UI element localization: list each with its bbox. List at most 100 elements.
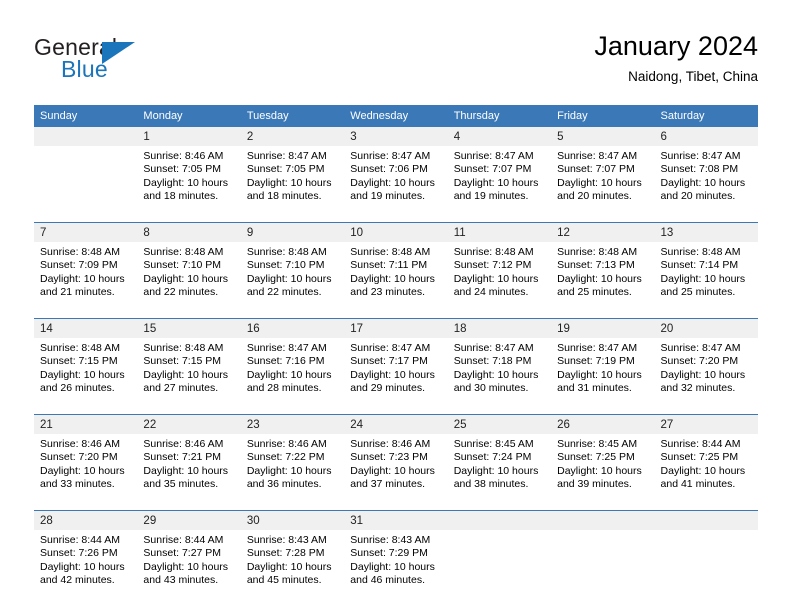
sunset-time: Sunset: 7:20 PM [40,451,118,464]
day-cell[interactable]: Sunrise: 8:46 AM Sunset: 7:05 PM Daylight:… [137,146,240,223]
day-cell[interactable]: Sunrise: 8:45 AM Sunset: 7:25 PM Daylight:… [551,434,654,511]
day-cell[interactable]: Sunrise: 8:47 AM Sunset: 7:17 PM Daylight:… [344,338,447,415]
day-number[interactable]: 12 [551,222,655,242]
empty-day-number [447,510,552,530]
sunrise-time: Sunrise: 8:47 AM [557,150,638,162]
day-number[interactable]: 26 [551,414,655,434]
empty-day-cell [551,530,654,606]
daylight-duration-line1: Daylight: 10 hours [453,272,539,285]
sunrise-time: Sunrise: 8:47 AM [246,342,327,354]
daylight-duration-line2: and 37 minutes. [350,478,425,491]
day-cell[interactable]: Sunrise: 8:48 AM Sunset: 7:10 PM Daylight:… [137,242,240,319]
day-cell[interactable]: Sunrise: 8:47 AM Sunset: 7:06 PM Daylight:… [344,146,447,223]
title-block: January 2024 Naidong, Tibet, China [594,30,758,87]
day-number[interactable]: 27 [654,414,758,434]
day-cell[interactable]: Sunrise: 8:46 AM Sunset: 7:21 PM Daylight:… [137,434,240,511]
daylight-duration-line2: and 43 minutes. [143,574,219,587]
day-cell[interactable]: Sunrise: 8:48 AM Sunset: 7:09 PM Daylight:… [34,242,137,319]
daylight-duration-line2: and 18 minutes. [143,190,219,203]
sunset-time: Sunset: 7:12 PM [453,259,532,272]
day-number[interactable]: 6 [654,127,758,146]
day-number[interactable]: 21 [34,414,138,434]
day-number[interactable]: 10 [344,222,448,242]
day-number[interactable]: 9 [240,222,345,242]
day-number[interactable]: 8 [137,222,241,242]
sunrise-time: Sunrise: 8:46 AM [143,438,224,450]
weekday-header-friday: Friday [551,105,655,127]
day-cell[interactable]: Sunrise: 8:47 AM Sunset: 7:05 PM Daylight:… [241,146,344,223]
day-number[interactable]: 18 [447,318,552,338]
day-cell[interactable]: Sunrise: 8:47 AM Sunset: 7:20 PM Daylight:… [655,338,758,415]
day-cell[interactable]: Sunrise: 8:43 AM Sunset: 7:29 PM Daylight:… [344,530,447,606]
day-number[interactable]: 29 [137,510,241,530]
day-number[interactable]: 7 [34,222,138,242]
day-cell[interactable]: Sunrise: 8:44 AM Sunset: 7:26 PM Daylight:… [34,530,137,606]
day-number[interactable]: 17 [344,318,448,338]
sunset-time: Sunset: 7:07 PM [557,163,635,176]
day-number[interactable]: 19 [551,318,655,338]
calendar-week-daynumbers: 14 15 16 17 18 19 20 [34,318,758,338]
sunset-time: Sunset: 7:06 PM [350,163,428,176]
day-details: Sunrise: 8:47 AM Sunset: 7:20 PM Daylight:… [661,342,752,396]
day-number[interactable]: 11 [447,222,552,242]
day-cell[interactable]: Sunrise: 8:48 AM Sunset: 7:10 PM Daylight:… [241,242,344,319]
day-cell[interactable]: Sunrise: 8:48 AM Sunset: 7:13 PM Daylight:… [551,242,654,319]
day-number[interactable]: 31 [344,510,448,530]
day-number[interactable]: 22 [137,414,241,434]
daylight-duration-line1: Daylight: 10 hours [40,272,125,285]
day-number[interactable]: 2 [240,127,345,146]
day-cell[interactable]: Sunrise: 8:47 AM Sunset: 7:16 PM Daylight:… [241,338,344,415]
day-cell[interactable]: Sunrise: 8:44 AM Sunset: 7:27 PM Daylight:… [137,530,240,606]
calendar-week-daynumbers: 28 29 30 31 [34,510,758,530]
daylight-duration-line1: Daylight: 10 hours [350,176,435,189]
daylight-duration-line2: and 28 minutes. [246,382,322,395]
sunset-time: Sunset: 7:08 PM [660,163,739,176]
weekday-header-thursday: Thursday [447,105,552,127]
day-cell[interactable]: Sunrise: 8:48 AM Sunset: 7:14 PM Daylight:… [655,242,758,319]
calendar-week-details: Sunrise: 8:46 AM Sunset: 7:05 PM Daylight:… [34,146,758,223]
sunrise-time: Sunrise: 8:44 AM [143,534,224,546]
weekday-header-wednesday: Wednesday [344,105,448,127]
daylight-duration-line2: and 36 minutes. [246,478,322,491]
day-number[interactable]: 16 [240,318,345,338]
sunset-time: Sunset: 7:21 PM [143,451,222,464]
day-number[interactable]: 13 [654,222,758,242]
day-cell[interactable]: Sunrise: 8:43 AM Sunset: 7:28 PM Daylight:… [241,530,344,606]
sunset-time: Sunset: 7:27 PM [143,547,222,560]
day-cell[interactable]: Sunrise: 8:47 AM Sunset: 7:07 PM Daylight:… [448,146,551,223]
day-cell[interactable]: Sunrise: 8:47 AM Sunset: 7:07 PM Daylight:… [551,146,654,223]
sunrise-time: Sunrise: 8:48 AM [143,342,224,354]
daylight-duration-line1: Daylight: 10 hours [350,560,435,573]
daylight-duration-line2: and 41 minutes. [660,478,736,491]
sunrise-time: Sunrise: 8:46 AM [143,150,224,162]
day-number[interactable]: 30 [240,510,345,530]
day-cell[interactable]: Sunrise: 8:47 AM Sunset: 7:18 PM Daylight:… [448,338,551,415]
daylight-duration-line1: Daylight: 10 hours [660,368,746,381]
day-number[interactable]: 25 [447,414,552,434]
day-number[interactable]: 4 [447,127,552,146]
day-cell[interactable]: Sunrise: 8:46 AM Sunset: 7:23 PM Daylight:… [344,434,447,511]
day-cell[interactable]: Sunrise: 8:48 AM Sunset: 7:15 PM Daylight:… [34,338,137,415]
day-number[interactable]: 14 [34,318,138,338]
daylight-duration-line2: and 25 minutes. [660,286,736,299]
day-cell[interactable]: Sunrise: 8:48 AM Sunset: 7:15 PM Daylight:… [137,338,240,415]
daylight-duration-line2: and 19 minutes. [350,190,425,203]
day-cell[interactable]: Sunrise: 8:48 AM Sunset: 7:12 PM Daylight:… [448,242,551,319]
day-cell[interactable]: Sunrise: 8:47 AM Sunset: 7:19 PM Daylight:… [551,338,654,415]
day-cell[interactable]: Sunrise: 8:44 AM Sunset: 7:25 PM Daylight:… [655,434,758,511]
day-cell[interactable]: Sunrise: 8:45 AM Sunset: 7:24 PM Daylight:… [448,434,551,511]
day-cell[interactable]: Sunrise: 8:47 AM Sunset: 7:08 PM Daylight:… [655,146,758,223]
day-number[interactable]: 3 [344,127,448,146]
day-number[interactable]: 20 [654,318,758,338]
daylight-duration-line1: Daylight: 10 hours [350,368,435,381]
day-number[interactable]: 5 [551,127,655,146]
day-number[interactable]: 24 [344,414,448,434]
day-details: Sunrise: 8:44 AM Sunset: 7:27 PM Daylight:… [143,534,234,588]
day-number[interactable]: 23 [240,414,345,434]
day-number[interactable]: 28 [34,510,138,530]
day-cell[interactable]: Sunrise: 8:46 AM Sunset: 7:22 PM Daylight:… [241,434,344,511]
day-cell[interactable]: Sunrise: 8:46 AM Sunset: 7:20 PM Daylight:… [34,434,137,511]
day-number[interactable]: 15 [137,318,241,338]
day-cell[interactable]: Sunrise: 8:48 AM Sunset: 7:11 PM Daylight:… [344,242,447,319]
day-number[interactable]: 1 [137,127,241,146]
